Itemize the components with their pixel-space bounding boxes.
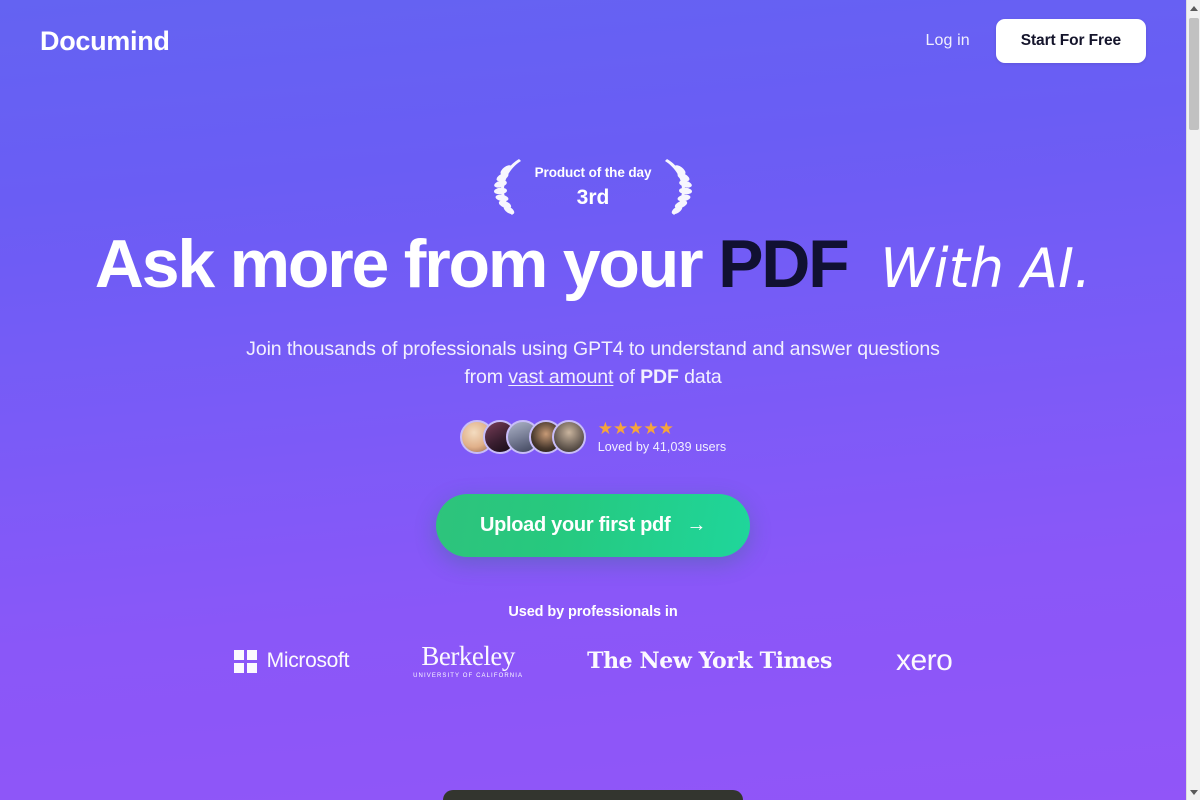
hero-subtitle: Join thousands of professionals using GP… <box>243 335 943 392</box>
avatar-group <box>459 419 586 454</box>
headline-with-ai: With AI. <box>880 237 1092 300</box>
arrow-right-icon: → <box>686 514 707 537</box>
brand-logo[interactable]: Documind <box>40 26 170 57</box>
social-proof: ★★★★★ Loved by 41,039 users <box>459 418 727 455</box>
brand-new-york-times: The New York Times <box>587 648 832 674</box>
microsoft-wordmark: Microsoft <box>266 649 350 673</box>
badge-title: Product of the day <box>534 165 652 181</box>
headline-pdf: PDF <box>718 226 850 302</box>
laurel-wreath-left-icon <box>493 159 521 215</box>
nyt-wordmark: The New York Times <box>587 648 832 675</box>
page-title: Ask more from your PDF With AI. <box>95 230 1091 298</box>
site-header: Documind Log in Start For Free <box>0 0 1186 82</box>
scroll-up-arrow-icon[interactable] <box>1187 0 1200 16</box>
loved-by-count: Loved by 41,039 users <box>597 440 727 455</box>
badge-text: Product of the day 3rd <box>531 165 656 208</box>
brand-berkeley: Berkeley UNIVERSITY OF CALIFORNIA <box>413 641 524 680</box>
landing-page: Documind Log in Start For Free Product o… <box>0 0 1186 800</box>
brand-microsoft: Microsoft <box>233 649 350 673</box>
scrollbar-thumb[interactable] <box>1189 18 1199 130</box>
product-of-the-day-badge: Product of the day 3rd <box>493 154 694 220</box>
subtitle-segment-2: of <box>613 366 641 389</box>
star-rating-icon: ★★★★★ <box>597 418 674 438</box>
berkeley-subtitle: UNIVERSITY OF CALIFORNIA <box>413 673 524 680</box>
laurel-wreath-right-icon <box>665 159 693 215</box>
badge-rank: 3rd <box>576 185 610 209</box>
berkeley-wordmark: Berkeley <box>421 641 515 672</box>
subtitle-pdf-bold: PDF <box>640 366 679 389</box>
scroll-down-arrow-icon[interactable] <box>1187 784 1200 800</box>
header-nav: Log in Start For Free <box>926 19 1146 63</box>
xero-wordmark: xero <box>896 644 953 678</box>
subtitle-segment-3: data <box>678 366 722 389</box>
avatar <box>551 419 586 454</box>
demo-video-panel[interactable] <box>443 790 743 800</box>
used-by-label: Used by professionals in <box>508 604 678 621</box>
start-for-free-button[interactable]: Start For Free <box>995 19 1146 63</box>
microsoft-squares-icon <box>233 649 257 673</box>
brand-xero: xero <box>896 644 953 678</box>
hero-section: Product of the day 3rd Ask more from you… <box>0 82 1186 679</box>
upload-first-pdf-button[interactable]: Upload your first pdf → <box>435 494 751 558</box>
headline-part-1: Ask more from your <box>94 226 704 302</box>
vast-amount-link[interactable]: vast amount <box>508 366 613 388</box>
vertical-scrollbar[interactable] <box>1186 0 1200 800</box>
upload-button-label: Upload your first pdf <box>479 514 671 537</box>
login-link[interactable]: Log in <box>926 32 970 50</box>
rating-block: ★★★★★ Loved by 41,039 users <box>597 418 727 455</box>
brand-logo-row: Microsoft Berkeley UNIVERSITY OF CALIFOR… <box>233 641 953 680</box>
